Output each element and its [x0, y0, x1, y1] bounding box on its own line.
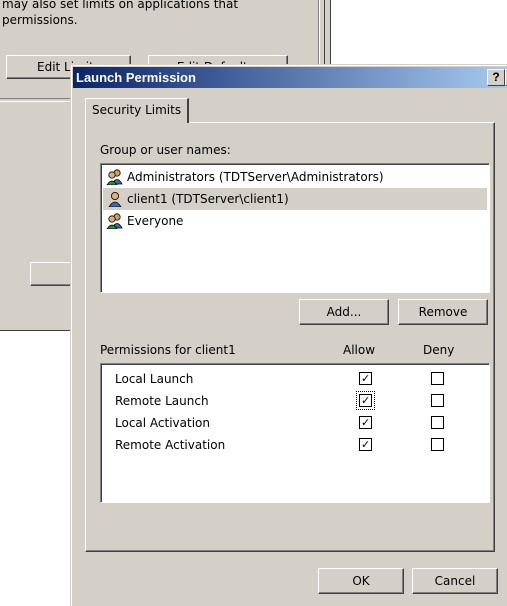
help-icon: ?	[492, 70, 500, 84]
allow-checkbox[interactable]: ✓	[359, 438, 372, 451]
permission-row-remote-activation: Remote Activation ✓	[101, 434, 489, 456]
background-description: may also set limits on applications that…	[2, 0, 238, 28]
list-item-label: client1 (TDTServer\client1)	[127, 192, 289, 206]
group-or-user-names-label: Group or user names:	[100, 143, 231, 157]
list-item-administrators[interactable]: Administrators (TDTServer\Administrators…	[103, 166, 487, 188]
deny-checkbox[interactable]	[431, 394, 444, 407]
checkmark-icon: ✓	[361, 394, 371, 407]
launch-permission-dialog: Launch Permission ? X Security Limits Gr…	[70, 64, 507, 606]
permissions-for-label: Permissions for client1	[100, 343, 236, 357]
title-bar[interactable]: Launch Permission ? X	[73, 67, 507, 88]
list-item-everyone[interactable]: Everyone	[103, 210, 487, 232]
add-button[interactable]: Add...	[299, 299, 389, 325]
permissions-list: Local Launch ✓ Remote Launch ✓ Local Act…	[100, 363, 490, 503]
background-divider	[0, 98, 70, 102]
permission-label: Remote Launch	[115, 394, 209, 408]
allow-column-header: Allow	[343, 343, 376, 357]
permission-row-remote-launch: Remote Launch ✓	[101, 390, 489, 412]
allow-checkbox[interactable]: ✓	[359, 416, 372, 429]
group-users-icon	[106, 169, 123, 185]
checkmark-icon: ✓	[361, 438, 371, 451]
user-icon	[108, 192, 122, 207]
dialog-title: Launch Permission	[76, 70, 196, 85]
permission-row-local-activation: Local Activation ✓	[101, 412, 489, 434]
deny-column-header: Deny	[423, 343, 455, 357]
cancel-button[interactable]: Cancel	[412, 568, 498, 594]
allow-checkbox[interactable]: ✓	[359, 394, 372, 407]
permission-row-local-launch: Local Launch ✓	[101, 368, 489, 390]
tab-security-limits[interactable]: Security Limits	[85, 98, 189, 123]
list-item-client1[interactable]: client1 (TDTServer\client1)	[103, 188, 487, 210]
deny-checkbox[interactable]	[431, 416, 444, 429]
background-text-line1: may also set limits on applications that	[2, 0, 239, 11]
background-text-line2: permissions.	[2, 13, 78, 27]
user-list[interactable]: Administrators (TDTServer\Administrators…	[100, 163, 490, 293]
deny-checkbox[interactable]	[431, 372, 444, 385]
allow-checkbox[interactable]: ✓	[359, 372, 372, 385]
help-button[interactable]: ?	[487, 69, 505, 86]
remove-button[interactable]: Remove	[398, 299, 488, 325]
ok-button[interactable]: OK	[318, 568, 404, 594]
group-users-icon	[106, 213, 123, 229]
permission-label: Remote Activation	[115, 438, 226, 452]
list-item-label: Everyone	[127, 214, 184, 228]
list-item-label: Administrators (TDTServer\Administrators…	[127, 170, 384, 184]
permission-label: Local Launch	[115, 372, 194, 386]
deny-checkbox[interactable]	[431, 438, 444, 451]
checkmark-icon: ✓	[361, 416, 371, 429]
permission-label: Local Activation	[115, 416, 210, 430]
checkmark-icon: ✓	[361, 372, 371, 385]
